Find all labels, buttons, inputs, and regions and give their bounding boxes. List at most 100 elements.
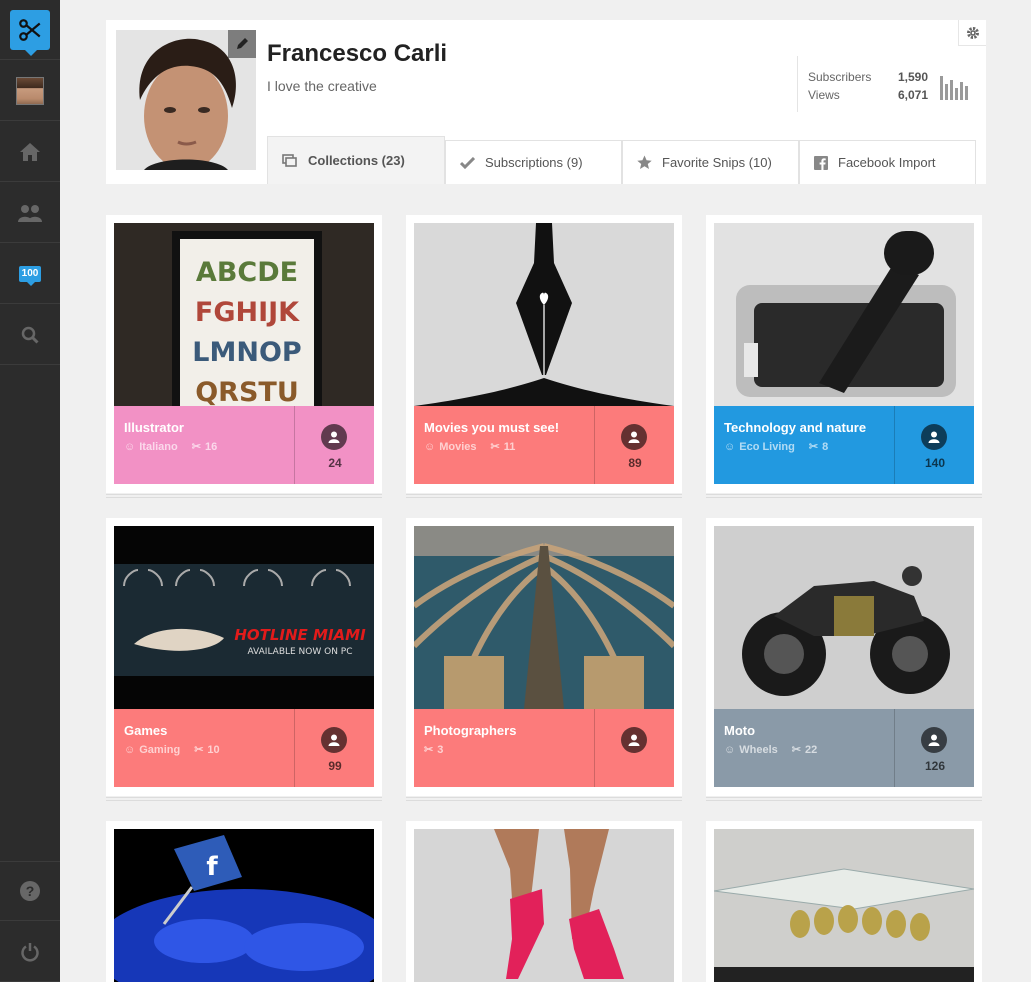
edit-photo-button[interactable]: [228, 30, 256, 58]
scissors-icon: ✂: [424, 744, 434, 756]
facebook-icon: [814, 155, 828, 170]
sidebar-item-people[interactable]: [0, 183, 60, 243]
stats-chart-icon[interactable]: [940, 76, 970, 100]
snip-count: 10: [207, 743, 220, 756]
user-icon: [921, 424, 947, 450]
facebook-flag-letter: f: [206, 852, 218, 882]
scissors-icon: ✂: [191, 441, 201, 453]
collection-title[interactable]: Technology and nature: [724, 420, 894, 435]
user-icon: [921, 727, 947, 753]
category-icon: ☺: [424, 440, 436, 453]
tab-label: Collections (23): [308, 153, 405, 168]
collection-info: Moto ☺ Wheels ✂ 22 126: [714, 709, 974, 787]
collection-thumbnail: HOTLINE MIAMI AVAILABLE NOW ON PC: [114, 526, 374, 709]
tab-label: Favorite Snips (10): [662, 155, 772, 170]
user-icon: [621, 424, 647, 450]
subscribe-button[interactable]: 24: [294, 406, 374, 484]
collection-thumbnail: [714, 829, 974, 982]
power-icon: [21, 942, 39, 962]
user-icon: [621, 727, 647, 753]
collection-category: Eco Living: [739, 440, 795, 453]
alphabet-line: ABCDE: [196, 257, 298, 288]
sidebar-item-notifications[interactable]: 100: [0, 244, 60, 304]
collection-title[interactable]: Games: [124, 723, 294, 738]
help-icon: ?: [20, 881, 40, 901]
collection-title[interactable]: Photographers: [424, 723, 594, 738]
category-icon: ☺: [124, 440, 136, 453]
scissors-icon: ✂: [791, 744, 801, 756]
snip-count: 8: [822, 440, 829, 453]
collection-info: Movies you must see! ☺ Movies ✂ 11 89: [414, 406, 674, 484]
collection-card[interactable]: HOTLINE MIAMI AVAILABLE NOW ON PC Games …: [106, 518, 382, 801]
tab-collections[interactable]: Collections (23): [267, 136, 445, 184]
subscribe-button[interactable]: 140: [894, 406, 974, 484]
category-icon: ☺: [724, 440, 736, 453]
tab-facebook-import[interactable]: Facebook Import: [799, 140, 976, 184]
profile-bio: I love the creative: [267, 78, 377, 94]
collection-thumbnail: [714, 526, 974, 709]
stat-label: Subscribers: [808, 70, 872, 84]
collection-card[interactable]: [706, 821, 982, 982]
collection-title[interactable]: Illustrator: [124, 420, 294, 435]
profile-name: Francesco Carli: [267, 40, 448, 67]
user-icon: [321, 424, 347, 450]
pencil-icon: [237, 38, 248, 49]
tab-label: Subscriptions (9): [485, 155, 583, 170]
collection-card[interactable]: ABCDE FGHIJK LMNOP QRSTU Illustrator ☺ I…: [106, 215, 382, 498]
subscribe-button[interactable]: 89: [594, 406, 674, 484]
star-icon: [637, 155, 652, 169]
collection-card[interactable]: Movies you must see! ☺ Movies ✂ 11 89: [406, 215, 682, 498]
people-icon: [18, 204, 42, 222]
collection-title[interactable]: Movies you must see!: [424, 420, 594, 435]
tab-subscriptions[interactable]: Subscriptions (9): [445, 140, 622, 184]
stat-subscribers: Subscribers 1,590: [808, 70, 928, 84]
tab-label: Facebook Import: [838, 155, 936, 170]
sidebar-item-home[interactable]: [0, 122, 60, 182]
stat-value: 6,071: [897, 88, 928, 102]
subscriber-count: 99: [328, 759, 342, 773]
collection-info: Illustrator ☺ Italiano ✂ 16 24: [114, 406, 374, 484]
settings-button[interactable]: [958, 20, 986, 46]
sidebar-item-search[interactable]: [0, 305, 60, 365]
logo-button[interactable]: [0, 0, 60, 60]
profile-header: Francesco Carli I love the creative Subs…: [106, 20, 986, 184]
subscribe-button[interactable]: 126: [894, 709, 974, 787]
check-icon: [460, 156, 475, 169]
sidebar-item-logout[interactable]: [0, 922, 60, 982]
tab-favorite-snips[interactable]: Favorite Snips (10): [622, 140, 799, 184]
collection-thumbnail: [414, 526, 674, 709]
alphabet-line: FGHIJK: [195, 297, 300, 328]
collection-thumbnail: ABCDE FGHIJK LMNOP QRSTU: [114, 223, 374, 406]
collection-card[interactable]: Photographers ✂ 3: [406, 518, 682, 801]
collection-title[interactable]: Moto: [724, 723, 894, 738]
notification-badge: 100: [18, 265, 42, 286]
subscriber-count: 126: [924, 759, 946, 773]
snip-count: 22: [804, 743, 818, 756]
subscribe-button[interactable]: 99: [294, 709, 374, 787]
sidebar-item-help[interactable]: ?: [0, 861, 60, 921]
search-icon: [21, 326, 39, 344]
scissors-icon: ✂: [490, 441, 500, 453]
subscribe-button[interactable]: [594, 709, 674, 787]
profile-tabs: Collections (23) Subscriptions (9) Favor…: [267, 136, 976, 184]
collection-card[interactable]: f: [106, 821, 382, 982]
scissors-icon: [10, 9, 50, 56]
game-subtitle: AVAILABLE NOW ON PC: [247, 647, 352, 657]
subscriber-count: 89: [628, 456, 642, 470]
snip-count: 3: [437, 743, 444, 756]
collection-category: Movies: [439, 440, 477, 453]
gear-icon: [966, 26, 979, 39]
subscriber-count: 140: [924, 456, 946, 470]
profile-stats: Subscribers 1,590 Views 6,071: [797, 56, 971, 112]
collection-card[interactable]: [406, 821, 682, 982]
collection-card[interactable]: Moto ☺ Wheels ✂ 22 126: [706, 518, 982, 801]
collection-card[interactable]: Technology and nature ☺ Eco Living ✂ 8 1…: [706, 215, 982, 498]
snip-count: 16: [204, 440, 218, 453]
collection-thumbnail: [414, 829, 674, 982]
category-icon: ☺: [724, 743, 736, 756]
scissors-icon: ✂: [194, 744, 204, 756]
stat-views: Views 6,071: [808, 88, 928, 102]
home-icon: [20, 142, 40, 161]
game-banner: HOTLINE MIAMI: [234, 626, 366, 644]
sidebar-avatar[interactable]: [0, 61, 60, 121]
